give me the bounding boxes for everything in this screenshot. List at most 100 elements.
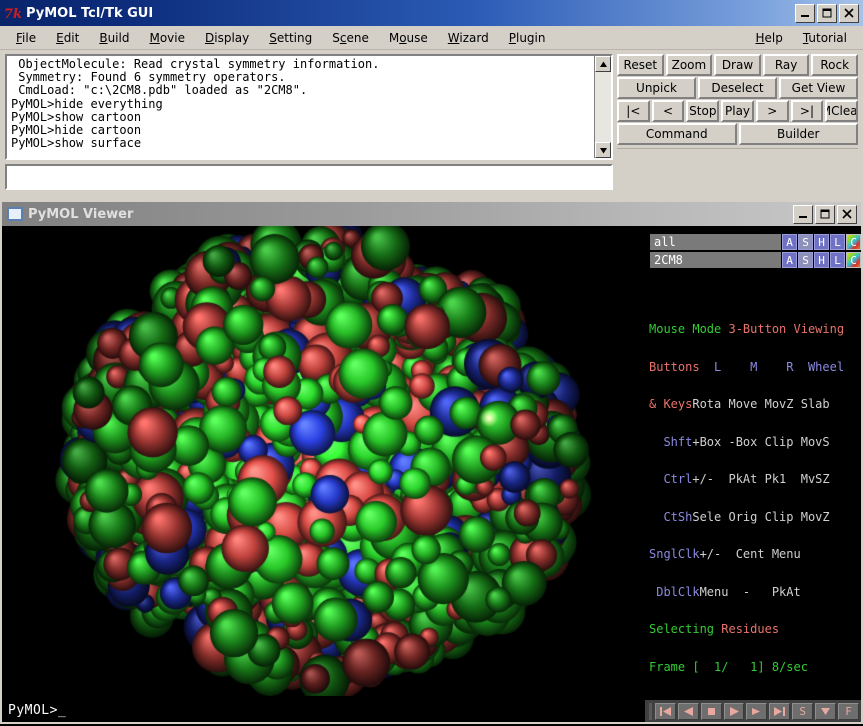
play-icon[interactable] [724,703,745,720]
scroll-down-icon[interactable] [595,142,611,158]
maximize-button[interactable] [817,4,837,23]
hide-menu-button[interactable]: H [814,234,829,250]
tk-window-controls [795,4,861,23]
console-line: PyMOL>show cartoon [11,110,141,124]
legend-row-cells: +Box -Box Clip MovS [692,435,829,449]
viewer-titlebar[interactable]: PyMOL Viewer [0,200,863,226]
close-button[interactable] [839,4,859,23]
menu-build[interactable]: Build [89,29,139,47]
viewer-minimize-button[interactable] [793,205,813,224]
movie-next-button[interactable]: > [756,100,789,122]
label-menu-button[interactable]: L [830,252,845,268]
unpick-button[interactable]: Unpick [617,77,696,99]
legend-row-dblclk: DblClkMenu - PkAt [649,586,844,599]
skip-back-icon[interactable] [655,703,676,720]
legend-row-key: Shft [649,435,692,449]
legend-row-cells: Sele Orig Clip MovZ [692,510,829,524]
movie-bar-grip[interactable] [649,703,652,720]
object-panel: all A S H L C 2CM8 A S H L [645,226,861,722]
console-log-text: ObjectMolecule: Read crystal symmetry in… [7,56,594,158]
legend-row-key: Ctrl [649,472,692,486]
menu-scene[interactable]: Scene [322,29,379,47]
movie-last-button[interactable]: >| [791,100,824,122]
menu-wizard[interactable]: Wizard [438,29,499,47]
object-buttons-all: A S H L C [781,234,861,250]
object-row-all[interactable]: all A S H L C [645,234,861,250]
object-name-2cm8[interactable]: 2CM8 [650,252,781,268]
command-input[interactable] [5,164,613,190]
pymol-logo-icon: 7k [4,4,22,22]
console-line: ObjectMolecule: Read crystal symmetry in… [11,57,379,71]
show-menu-button[interactable]: S [798,252,813,268]
skip-forward-icon[interactable] [769,703,790,720]
menu-tutorial[interactable]: Tutorial [793,29,857,47]
show-menu-button[interactable]: S [798,234,813,250]
menu-display[interactable]: Display [195,29,259,47]
object-row-2cm8[interactable]: 2CM8 A S H L C [645,252,861,268]
movie-play-button[interactable]: Play [721,100,754,122]
viewer-close-button[interactable] [837,205,857,224]
legend-row-key: & Keys [649,397,692,411]
rewind-icon[interactable] [678,703,699,720]
molecular-viewport[interactable]: PyMOL>_ [2,226,645,722]
color-menu-button[interactable]: C [846,234,861,250]
chevron-down-icon[interactable] [815,703,836,720]
pymol-viewer-window: PyMOL Viewer PyMOL>_ all [0,200,863,726]
object-name-all[interactable]: all [650,234,781,250]
scrollbar-track[interactable] [595,72,611,142]
menu-edit[interactable]: Edit [46,29,89,47]
draw-button[interactable]: Draw [714,54,761,76]
movie-prev-button[interactable]: < [652,100,685,122]
molecular-surface-render[interactable] [2,226,645,696]
minimize-button[interactable] [795,4,815,23]
action-menu-button[interactable]: A [782,234,797,250]
action-menu-button[interactable]: A [782,252,797,268]
deselect-button[interactable]: Deselect [698,77,777,99]
hide-menu-button[interactable]: H [814,252,829,268]
color-menu-button[interactable]: C [846,252,861,268]
console-line: Symmetry: Found 6 symmetry operators. [11,70,286,84]
fast-forward-icon[interactable] [746,703,767,720]
menu-help[interactable]: Help [746,29,793,47]
menu-bar: File Edit Build Movie Display Setting Sc… [0,26,863,50]
tk-window-title: PyMOL Tcl/Tk GUI [26,6,153,21]
legend-row-keys: & KeysRota Move MovZ Slab [649,398,844,411]
reset-button[interactable]: Reset [617,54,664,76]
builder-mode-button[interactable]: Builder [739,123,859,145]
console-scrollbar[interactable] [594,56,611,158]
rock-button[interactable]: Rock [811,54,858,76]
menu-file[interactable]: File [6,29,46,47]
mouse-mode-legend[interactable]: Mouse Mode 3-Button Viewing Buttons L M … [649,298,844,698]
movie-stop-button[interactable]: Stop [686,100,719,122]
console-output-area: ObjectMolecule: Read crystal symmetry in… [5,54,613,160]
menu-setting[interactable]: Setting [259,29,322,47]
legend-selecting-mode: Residues [721,622,779,636]
menu-movie[interactable]: Movie [139,29,195,47]
legend-mouse-mode-value: 3-Button Viewing [728,322,844,336]
console-line: PyMOL>show surface [11,136,141,150]
viewer-maximize-button[interactable] [815,205,835,224]
get-view-button[interactable]: Get View [779,77,858,99]
menu-mouse[interactable]: Mouse [379,29,438,47]
zoom-button[interactable]: Zoom [666,54,713,76]
legend-frame-line: Frame [ 1/ 1] 8/sec [649,661,844,674]
scroll-up-icon[interactable] [595,56,611,72]
sculpt-toggle-button[interactable]: S [792,703,813,720]
tk-window-titlebar[interactable]: 7k PyMOL Tcl/Tk GUI [0,0,863,26]
legend-row-cells: Rota Move MovZ Slab [692,397,829,411]
viewer-title: PyMOL Viewer [28,207,133,222]
legend-mouse-mode-label: Mouse Mode [649,322,728,336]
frame-toggle-button[interactable]: F [838,703,859,720]
movie-control-bar: S F [645,700,861,722]
legend-selecting-line[interactable]: Selecting Residues [649,623,844,636]
stop-icon[interactable] [701,703,722,720]
command-mode-button[interactable]: Command [617,123,737,145]
legend-row-ctsh: CtShSele Orig Clip MovZ [649,511,844,524]
ray-button[interactable]: Ray [763,54,810,76]
movie-first-button[interactable]: |< [617,100,650,122]
pymol-tcltk-gui-window: 7k PyMOL Tcl/Tk GUI File Edit Build Movi… [0,0,863,200]
mclear-button[interactable]: MClear [825,100,858,122]
legend-column-headers: L M R Wheel [707,360,844,374]
label-menu-button[interactable]: L [830,234,845,250]
menu-plugin[interactable]: Plugin [499,29,556,47]
